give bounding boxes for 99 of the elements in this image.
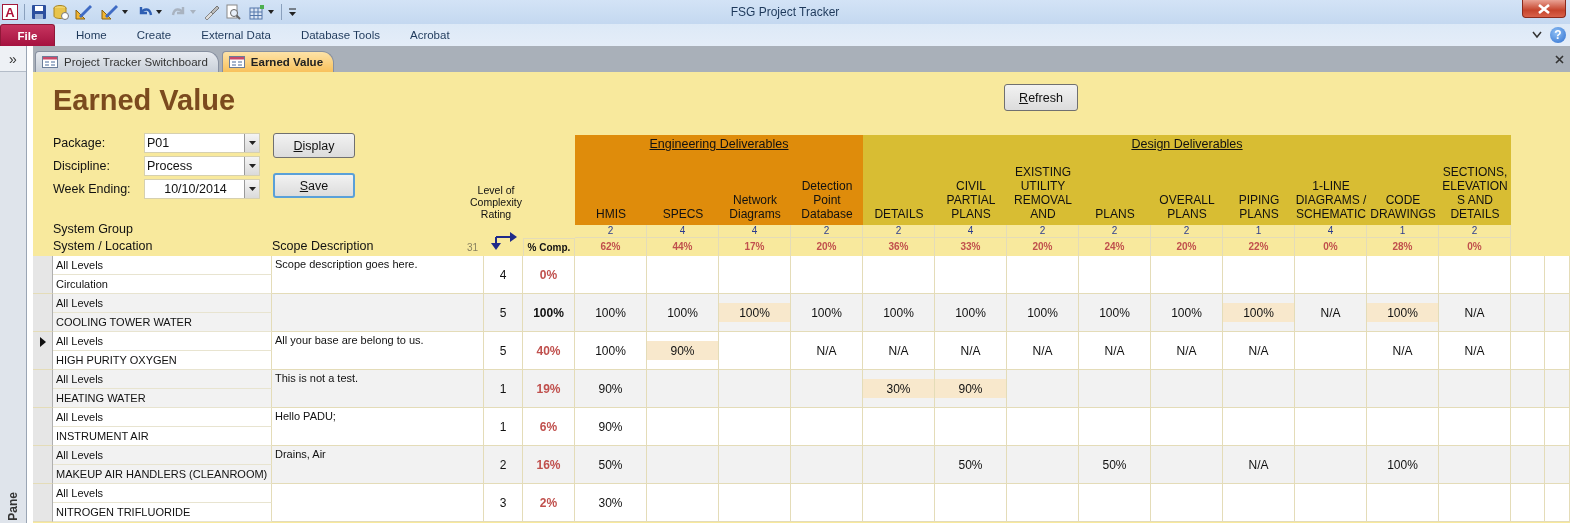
grid-icon[interactable] — [249, 4, 265, 20]
weight-value: 2 — [1151, 225, 1223, 238]
table-cell: All Levels — [53, 446, 272, 465]
column-header: OVERALL PLANS — [1158, 193, 1216, 221]
table-cell: All Levels — [53, 408, 272, 427]
dropdown-field[interactable]: Process — [144, 156, 260, 176]
dropdown-arrow-icon — [248, 187, 256, 191]
app-logo: A — [2, 4, 18, 20]
table-cell: 30% — [863, 370, 935, 408]
column-header: % Comp. — [523, 238, 575, 256]
weight-value: 2 — [1007, 225, 1079, 238]
column-header: SECTIONS, ELEVATIONS AND DETAILS — [1441, 165, 1509, 221]
weight-value: 2 — [575, 225, 647, 238]
table-cell: 30% — [575, 484, 647, 522]
dropdown-arrow-icon — [248, 141, 256, 145]
field-label: Package: — [53, 135, 107, 152]
column-header: PLANS — [1095, 207, 1135, 221]
caret-icon[interactable] — [155, 9, 163, 15]
field-label: Week Ending: — [53, 181, 132, 198]
table-cell — [1511, 484, 1545, 522]
ribbon-tab[interactable]: Acrobat — [400, 24, 459, 46]
table-cell: NITROGEN TRIFLUORIDE — [53, 503, 272, 522]
column-label: System / Location — [53, 239, 154, 253]
form-title: Earned Value — [52, 83, 237, 117]
record-count: 31 — [466, 242, 478, 253]
form-icon — [42, 56, 58, 68]
table-cell: All Levels — [53, 484, 272, 503]
ribbon-tab[interactable]: Home — [67, 24, 116, 46]
weight-value: 4 — [719, 225, 791, 238]
save-icon[interactable] — [31, 4, 47, 20]
ruler-pencil-icon[interactable] — [101, 4, 119, 20]
customize-caret-icon[interactable] — [288, 7, 297, 17]
close-icon — [1538, 3, 1550, 14]
document-tab[interactable]: Project Tracker Switchboard — [35, 51, 219, 72]
refresh-button[interactable]: Refresh — [1004, 84, 1078, 111]
weight-value: 1 — [1223, 225, 1295, 238]
table-cell: All Levels — [53, 370, 272, 389]
ribbon-tab[interactable]: External Data — [192, 24, 280, 46]
group-title: Engineering Deliverables — [649, 136, 789, 153]
record-selector[interactable] — [33, 332, 53, 370]
column-header: Detection Point Database — [800, 179, 854, 221]
column-label: Level of Complexity Rating — [469, 184, 523, 220]
table-cell: 100% — [719, 294, 791, 332]
table-cell: 3 — [484, 484, 523, 522]
column-label: Scope Description — [272, 239, 374, 253]
navigation-pane-label[interactable]: Pane — [6, 492, 20, 521]
weight-value: 4 — [1295, 225, 1367, 238]
table-cell: 90% — [935, 370, 1007, 408]
group-title: Design Deliverables — [1131, 136, 1243, 153]
table-cell: All Levels — [53, 294, 272, 313]
save-button[interactable]: Save — [273, 173, 355, 198]
ribbon-tab[interactable]: Database Tools — [291, 24, 389, 46]
column-header: Network Diagrams — [728, 193, 782, 221]
table-cell — [1545, 484, 1570, 522]
close-button[interactable] — [1522, 0, 1566, 18]
file-tab[interactable]: File — [0, 24, 55, 46]
field-label: Discipline: — [53, 158, 111, 175]
weight-value: 2 — [1079, 225, 1151, 238]
document-tab[interactable]: Earned Value — [221, 51, 335, 72]
brush-icon[interactable] — [203, 4, 219, 20]
column-header: HMIS — [596, 207, 626, 221]
column-header: CODE DRAWINGS — [1369, 193, 1437, 221]
table-cell: 100% — [1367, 294, 1439, 332]
window-title: FSG Project Tracker — [730, 5, 840, 19]
table-cell: 90% — [647, 332, 719, 370]
form-icon — [228, 56, 245, 68]
database-icon[interactable] — [53, 4, 69, 20]
caret-icon[interactable] — [121, 9, 129, 15]
caret-icon — [189, 9, 197, 15]
weight-value: 4 — [935, 225, 1007, 238]
sort-arrows-icon[interactable] — [489, 229, 518, 251]
column-header: EXISTING UTILITY REMOVAL AND — [1013, 165, 1073, 221]
current-record-icon — [39, 337, 46, 347]
table-cell: 2% — [523, 484, 575, 522]
caret-icon[interactable] — [267, 9, 275, 15]
column-header: DETAILS — [874, 207, 924, 221]
close-icon[interactable] — [1555, 54, 1564, 64]
ribbon-tab[interactable]: Create — [127, 24, 181, 46]
weight-value: 1 — [1367, 225, 1439, 238]
weight-value: 2 — [1439, 225, 1511, 238]
ruler-pencil-icon[interactable] — [75, 4, 93, 20]
column-header: 1-LINE DIAGRAMS / SCHEMATIC — [1295, 179, 1367, 221]
column-header: SPECS — [662, 207, 704, 221]
weight-value: 2 — [863, 225, 935, 238]
expand-pane-button[interactable]: » — [0, 46, 26, 72]
dropdown-field[interactable]: P01 — [144, 133, 260, 153]
print-preview-icon[interactable] — [225, 4, 241, 20]
column-label: System Group — [53, 222, 134, 236]
dropdown-arrow-icon — [248, 164, 256, 168]
table-cell: All Levels — [53, 332, 272, 351]
weight-value: 4 — [647, 225, 719, 238]
dropdown-field[interactable]: 10/10/2014 — [144, 179, 260, 199]
table-cell: 100% — [1223, 294, 1295, 332]
display-button[interactable]: Display — [273, 133, 355, 158]
column-header: CIVIL PARTIAL PLANS — [945, 179, 997, 221]
column-header: PIPING PLANS — [1237, 193, 1281, 221]
weight-value: 2 — [791, 225, 863, 238]
minimize-ribbon-icon[interactable] — [1532, 31, 1542, 39]
table-cell: All Levels — [53, 256, 272, 275]
